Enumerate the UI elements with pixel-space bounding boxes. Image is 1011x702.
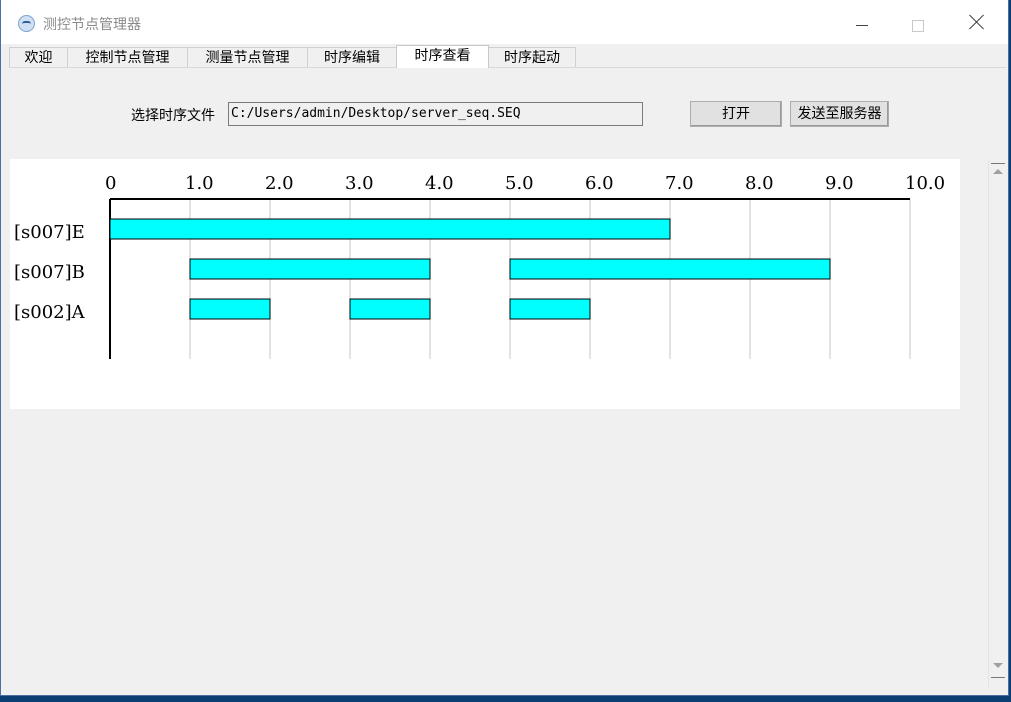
tab-welcome[interactable]: 欢迎: [9, 47, 68, 67]
close-button[interactable]: [954, 0, 1000, 44]
tab-sequence-view[interactable]: 时序查看: [396, 45, 489, 68]
scroll-top-line: [991, 163, 1005, 164]
x-tick-label: 6.0: [585, 173, 614, 194]
sequence-bar: [509, 258, 831, 280]
sequence-bar: [509, 298, 591, 320]
sequence-bar: [189, 298, 271, 320]
window-title: 测控节点管理器: [43, 17, 141, 33]
file-path-field[interactable]: C:/Users/admin/Desktop/server_seq.SEQ: [228, 102, 643, 126]
sequence-bar: [109, 218, 671, 240]
minimize-icon: [856, 25, 868, 26]
x-tick-label: 8.0: [745, 173, 774, 194]
scroll-bottom-line: [991, 677, 1005, 678]
title-bar[interactable]: 测控节点管理器: [1, 0, 1008, 44]
vertical-scrollbar[interactable]: [988, 160, 1007, 687]
open-button[interactable]: 打开: [690, 101, 782, 127]
scroll-up-icon[interactable]: [993, 169, 1003, 174]
row-label: [s002]A: [14, 302, 86, 323]
tab-measure-nodes[interactable]: 测量节点管理: [187, 47, 308, 67]
app-window: 测控节点管理器 欢迎 控制节点管理 测量节点管理 时序编辑 时序查看 时序起动 …: [0, 0, 1009, 696]
x-tick-label: 5.0: [505, 173, 534, 194]
x-tick-label: 4.0: [425, 173, 454, 194]
app-icon: [18, 15, 35, 32]
sequence-chart-svg: 0 1.0 2.0 3.0 4.0 5.0 6.0 7.0 8.0 9.0 10.0 [s007]E […: [14, 173, 945, 359]
close-icon: [968, 13, 986, 31]
send-to-server-button[interactable]: 发送至服务器: [790, 101, 889, 127]
sequence-chart: 0 1.0 2.0 3.0 4.0 5.0 6.0 7.0 8.0 9.0 10.0 [s007]E […: [10, 159, 960, 409]
x-tick-label: 3.0: [345, 173, 374, 194]
row-label: [s007]E: [14, 222, 85, 243]
sequence-bar: [349, 298, 431, 320]
maximize-button[interactable]: [895, 0, 941, 44]
x-tick-label: 0: [105, 173, 116, 194]
file-select-label: 选择时序文件: [131, 108, 215, 124]
tab-control-nodes[interactable]: 控制节点管理: [67, 47, 188, 67]
minimize-button[interactable]: [839, 0, 885, 44]
row-label: [s007]B: [14, 262, 85, 283]
scroll-down-icon[interactable]: [993, 663, 1003, 668]
tab-sequence-start[interactable]: 时序起动: [488, 47, 576, 67]
x-tick-label: 2.0: [265, 173, 294, 194]
x-tick-label: 9.0: [825, 173, 854, 194]
tab-sequence-edit[interactable]: 时序编辑: [307, 47, 397, 67]
sequence-bar: [189, 258, 431, 280]
maximize-icon: [912, 20, 924, 32]
x-tick-label: 10.0: [905, 173, 945, 194]
x-tick-label: 7.0: [665, 173, 694, 194]
x-tick-label: 1.0: [185, 173, 214, 194]
